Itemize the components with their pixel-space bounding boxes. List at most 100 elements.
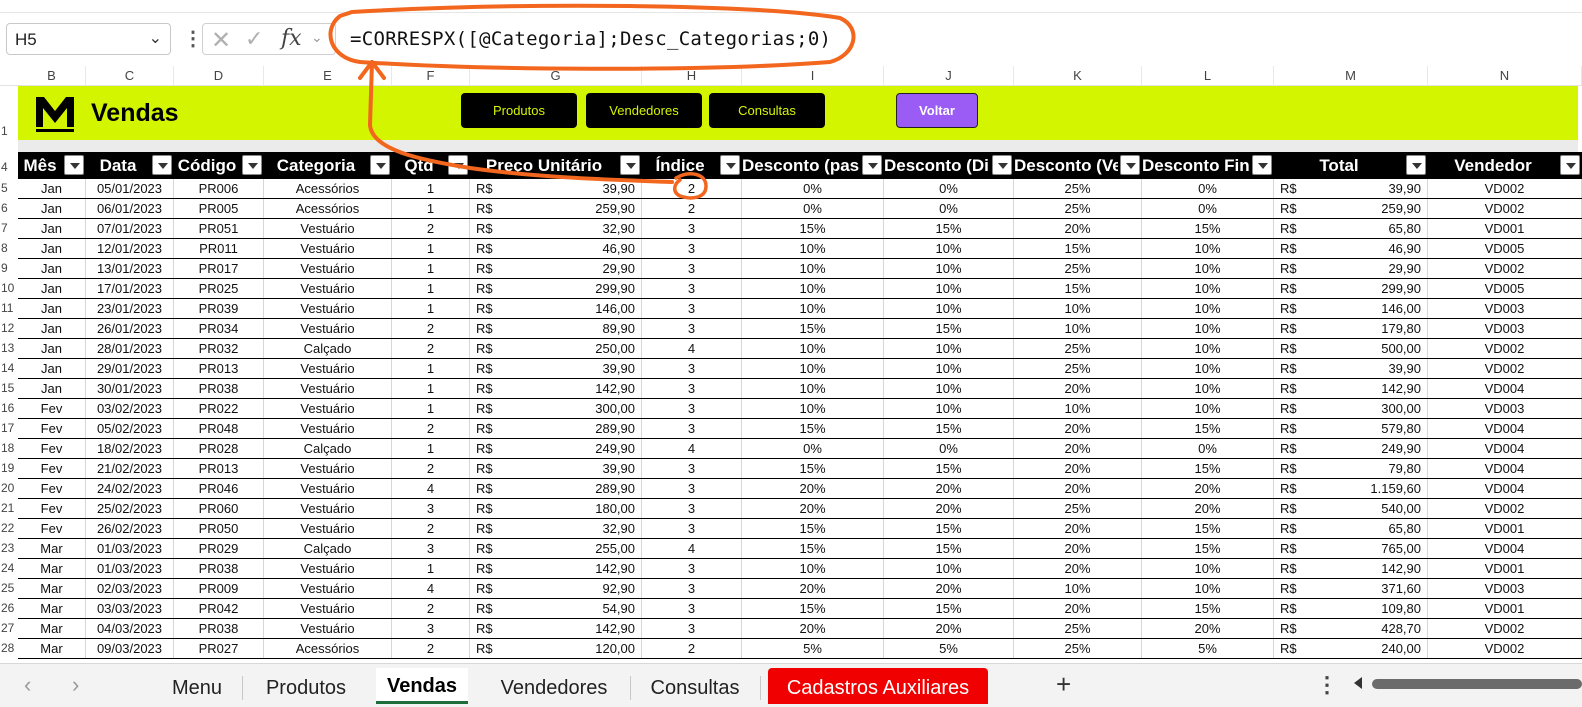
cell-df[interactable]: 10% xyxy=(1142,559,1274,578)
cell-total[interactable]: R$ 1.159,60 xyxy=(1274,479,1428,498)
cell-cat[interactable]: Calçado xyxy=(264,339,392,358)
cell-idx[interactable]: 3 xyxy=(642,579,742,598)
cell-d1[interactable]: 0% xyxy=(742,199,884,218)
table-row[interactable]: Mar 09/03/2023 PR027 Acessórios 2 R$ 120,00 2 5%… xyxy=(18,639,1582,659)
cell-preco[interactable]: R$ 146,00 xyxy=(470,299,642,318)
cell-qtd[interactable]: 1 xyxy=(392,559,470,578)
cell-df[interactable]: 10% xyxy=(1142,579,1274,598)
cell-d3[interactable]: 20% xyxy=(1014,479,1142,498)
cell-vend[interactable]: VD002 xyxy=(1428,499,1582,518)
cell-vend[interactable]: VD004 xyxy=(1428,539,1582,558)
column-letter[interactable]: B xyxy=(18,66,86,86)
cell-mes[interactable]: Mar xyxy=(18,599,86,618)
column-letter[interactable]: C xyxy=(86,66,174,86)
filter-dropdown-icon[interactable] xyxy=(1120,155,1140,175)
cell-cat[interactable]: Calçado xyxy=(264,439,392,458)
cell-d2[interactable]: 15% xyxy=(884,419,1014,438)
cell-cod[interactable]: PR039 xyxy=(174,299,264,318)
cell-vend[interactable]: VD001 xyxy=(1428,219,1582,238)
cell-cat[interactable]: Vestuário xyxy=(264,379,392,398)
table-row[interactable]: Jan 06/01/2023 PR005 Acessórios 1 R$ 259,90 2 0%… xyxy=(18,199,1582,219)
cell-mes[interactable]: Mar xyxy=(18,579,86,598)
cell-df[interactable]: 10% xyxy=(1142,359,1274,378)
cell-total[interactable]: R$ 39,90 xyxy=(1274,359,1428,378)
cell-d1[interactable]: 10% xyxy=(742,379,884,398)
cell-mes[interactable]: Fev xyxy=(18,399,86,418)
cell-d2[interactable]: 15% xyxy=(884,599,1014,618)
cell-mes[interactable]: Jan xyxy=(18,219,86,238)
table-row[interactable]: Mar 03/03/2023 PR042 Vestuário 2 R$ 54,90 3 15% 1… xyxy=(18,599,1582,619)
cell-cod[interactable]: PR013 xyxy=(174,459,264,478)
cell-df[interactable]: 15% xyxy=(1142,539,1274,558)
row-number[interactable]: 5 xyxy=(0,181,18,195)
cell-mes[interactable]: Mar xyxy=(18,639,86,658)
cell-preco[interactable]: R$ 39,90 xyxy=(470,459,642,478)
cell-qtd[interactable]: 1 xyxy=(392,379,470,398)
cell-cod[interactable]: PR038 xyxy=(174,379,264,398)
filter-dropdown-icon[interactable] xyxy=(64,155,84,175)
cell-idx[interactable]: 3 xyxy=(642,459,742,478)
cell-total[interactable]: R$ 65,80 xyxy=(1274,519,1428,538)
cell-df[interactable]: 10% xyxy=(1142,339,1274,358)
cell-qtd[interactable]: 2 xyxy=(392,339,470,358)
tab-menu[interactable]: Menu xyxy=(154,668,240,704)
table-row[interactable]: Jan 17/01/2023 PR025 Vestuário 1 R$ 299,90 3 10%… xyxy=(18,279,1582,299)
cell-cat[interactable]: Vestuário xyxy=(264,359,392,378)
cell-total[interactable]: R$ 500,00 xyxy=(1274,339,1428,358)
cell-cod[interactable]: PR027 xyxy=(174,639,264,658)
cell-d3[interactable]: 25% xyxy=(1014,339,1142,358)
cell-d3[interactable]: 10% xyxy=(1014,399,1142,418)
row-number[interactable]: 18 xyxy=(0,441,18,455)
column-letter[interactable]: D xyxy=(174,66,264,86)
cell-d2[interactable]: 20% xyxy=(884,499,1014,518)
cell-cod[interactable]: PR006 xyxy=(174,179,264,198)
cell-data[interactable]: 26/01/2023 xyxy=(86,319,174,338)
cell-mes[interactable]: Jan xyxy=(18,279,86,298)
cell-total[interactable]: R$ 29,90 xyxy=(1274,259,1428,278)
cell-d3[interactable]: 20% xyxy=(1014,559,1142,578)
filter-dropdown-icon[interactable] xyxy=(720,155,740,175)
cell-d1[interactable]: 0% xyxy=(742,179,884,198)
cell-data[interactable]: 03/02/2023 xyxy=(86,399,174,418)
cell-idx[interactable]: 2 xyxy=(642,639,742,658)
cell-mes[interactable]: Jan xyxy=(18,179,86,198)
cell-cod[interactable]: PR042 xyxy=(174,599,264,618)
table-row[interactable]: Mar 02/03/2023 PR009 Vestuário 4 R$ 92,90 3 20% 2… xyxy=(18,579,1582,599)
row-number[interactable]: 9 xyxy=(0,261,18,275)
row-number[interactable]: 4 xyxy=(0,160,18,174)
cell-preco[interactable]: R$ 289,90 xyxy=(470,479,642,498)
column-header[interactable]: Código xyxy=(174,152,240,179)
cell-data[interactable]: 25/02/2023 xyxy=(86,499,174,518)
cell-data[interactable]: 18/02/2023 xyxy=(86,439,174,458)
cell-d1[interactable]: 15% xyxy=(742,319,884,338)
table-row[interactable]: Mar 01/03/2023 PR029 Calçado 3 R$ 255,00 4 15% 15… xyxy=(18,539,1582,559)
column-header[interactable]: Desconto (Direto) xyxy=(884,152,990,179)
cell-d3[interactable]: 25% xyxy=(1014,499,1142,518)
table-row[interactable]: Jan 13/01/2023 PR017 Vestuário 1 R$ 29,90 3 10% 1… xyxy=(18,259,1582,279)
cell-idx[interactable]: 4 xyxy=(642,439,742,458)
cell-cod[interactable]: PR009 xyxy=(174,579,264,598)
cell-preco[interactable]: R$ 92,90 xyxy=(470,579,642,598)
cell-preco[interactable]: R$ 29,90 xyxy=(470,259,642,278)
cell-qtd[interactable]: 1 xyxy=(392,439,470,458)
cell-d1[interactable]: 15% xyxy=(742,219,884,238)
cell-d2[interactable]: 10% xyxy=(884,279,1014,298)
cell-cod[interactable]: PR050 xyxy=(174,519,264,538)
row-number[interactable]: 6 xyxy=(0,201,18,215)
cell-cat[interactable]: Vestuário xyxy=(264,219,392,238)
cell-qtd[interactable]: 4 xyxy=(392,579,470,598)
column-letter[interactable]: L xyxy=(1142,66,1274,86)
column-header[interactable]: Índice xyxy=(642,152,718,179)
table-row[interactable]: Jan 26/01/2023 PR034 Vestuário 2 R$ 89,90 3 15% 1… xyxy=(18,319,1582,339)
column-letter[interactable]: N xyxy=(1428,66,1582,86)
cell-data[interactable]: 01/03/2023 xyxy=(86,539,174,558)
column-header[interactable]: Total xyxy=(1274,152,1404,179)
cell-vend[interactable]: VD003 xyxy=(1428,319,1582,338)
cell-vend[interactable]: VD002 xyxy=(1428,199,1582,218)
cell-df[interactable]: 0% xyxy=(1142,179,1274,198)
cell-total[interactable]: R$ 371,60 xyxy=(1274,579,1428,598)
row-number[interactable]: 14 xyxy=(0,361,18,375)
row-number[interactable]: 22 xyxy=(0,521,18,535)
tab-produtos[interactable]: Produtos xyxy=(250,668,362,704)
column-header[interactable]: Categoria xyxy=(264,152,368,179)
